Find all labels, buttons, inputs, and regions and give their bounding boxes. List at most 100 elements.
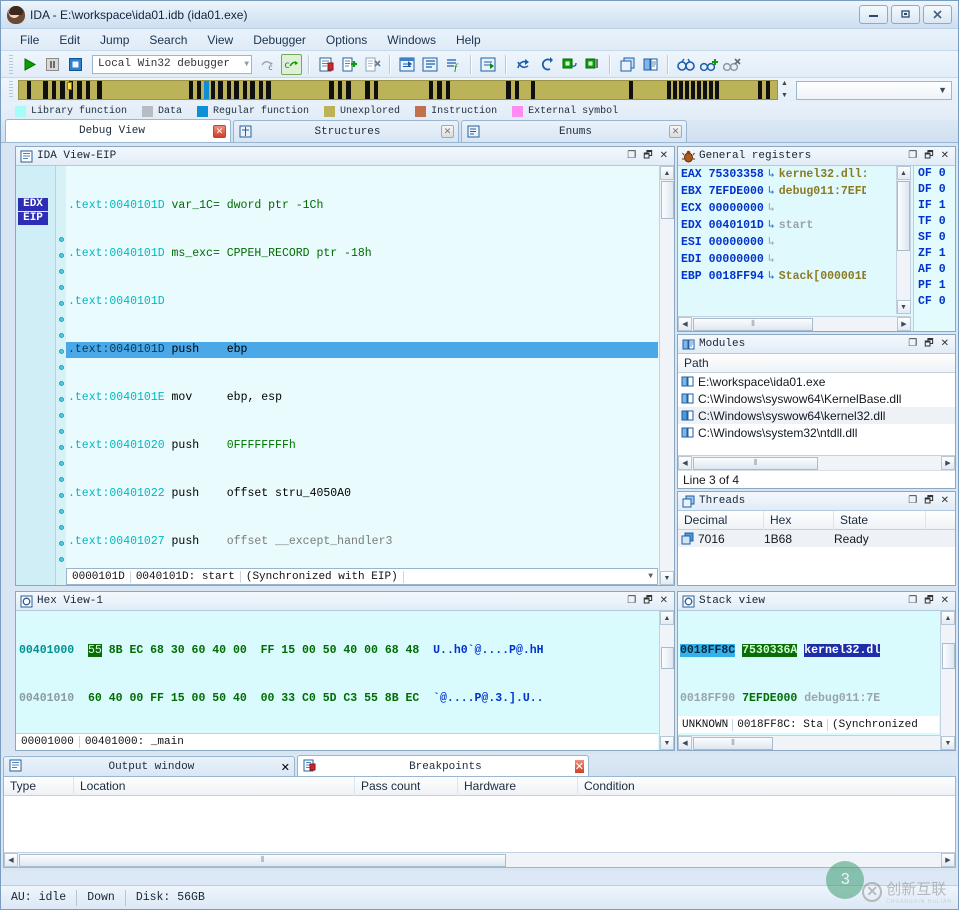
- table-row[interactable]: C:\Windows\system32\ntdll.dll: [678, 424, 955, 441]
- disassembly-line[interactable]: .text:0040101D: [66, 294, 658, 310]
- breakpoints-column-location[interactable]: Location: [74, 777, 355, 796]
- restore-icon[interactable]: ❐: [627, 596, 636, 606]
- close-icon[interactable]: ✕: [941, 339, 949, 349]
- register-row-edx[interactable]: EDX 0040101D ↳ start: [681, 217, 866, 234]
- maximize-icon[interactable]: 🗗: [643, 596, 652, 606]
- run-to-end-button[interactable]: [559, 54, 580, 75]
- maximize-icon[interactable]: 🗗: [924, 151, 933, 161]
- menu-jump[interactable]: Jump: [91, 31, 138, 49]
- breakpoints-column-type[interactable]: Type: [4, 777, 74, 796]
- stack-trace-button[interactable]: f: [443, 54, 464, 75]
- maximize-icon[interactable]: 🗗: [924, 339, 933, 349]
- disassembly-line[interactable]: .text:00401022 push offset stru_4050A0: [66, 486, 658, 502]
- menu-options[interactable]: Options: [317, 31, 376, 49]
- navband-grip[interactable]: [9, 81, 13, 99]
- menu-debugger[interactable]: Debugger: [244, 31, 315, 49]
- close-button[interactable]: [923, 5, 952, 24]
- hexview-canvas[interactable]: 00401000 55 8B EC 68 30 60 40 00 FF 15 0…: [16, 611, 674, 750]
- maximize-icon[interactable]: 🗗: [924, 496, 933, 506]
- stack-row-selected[interactable]: 0018FF8C 7530336A kernel32.dl: [680, 643, 939, 659]
- pause-button[interactable]: [42, 54, 63, 75]
- menu-edit[interactable]: Edit: [50, 31, 89, 49]
- restore-icon[interactable]: ❐: [908, 596, 917, 606]
- tab-output-window[interactable]: Output window ✕: [3, 756, 295, 777]
- scroll-left-button[interactable]: ◀: [678, 736, 692, 750]
- run-to-cursor-button[interactable]: c: [258, 54, 279, 75]
- scroll-left-button[interactable]: ◀: [678, 317, 692, 331]
- threads-column-state[interactable]: State: [834, 511, 926, 530]
- close-icon[interactable]: ✕: [660, 151, 668, 161]
- maximize-icon[interactable]: 🗗: [643, 151, 652, 161]
- scroll-up-button[interactable]: ▲: [660, 611, 674, 625]
- registers-list[interactable]: EAX 75303358 ↳ kernel32.dll: EBX 7EFDE000 ↳…: [678, 166, 866, 331]
- breakpoints-column-pass-count[interactable]: Pass count: [355, 777, 458, 796]
- run-to-mark-button[interactable]: [582, 54, 603, 75]
- maximize-icon[interactable]: 🗗: [924, 596, 933, 606]
- scroll-right-button[interactable]: ▶: [941, 456, 955, 470]
- scroll-left-button[interactable]: ◀: [4, 853, 18, 867]
- menu-view[interactable]: View: [198, 31, 242, 49]
- close-icon[interactable]: ✕: [669, 125, 682, 138]
- close-icon[interactable]: ✕: [574, 760, 584, 773]
- threads-button[interactable]: [617, 54, 638, 75]
- run-button[interactable]: [19, 54, 40, 75]
- registers-vscrollbar[interactable]: ▲ ▼: [896, 166, 911, 314]
- toolbar-grip[interactable]: [9, 54, 13, 74]
- hex-row[interactable]: 00401010 60 40 00 FF 15 00 50 40 00 33 C…: [19, 691, 658, 707]
- registers-flags-list[interactable]: OF 0 DF 0 IF 1 TF 0 SF 0 ZF 1 AF 0 PF 1 …: [913, 166, 955, 331]
- registers-hscrollbar[interactable]: ◀ ⦀ ▶: [678, 316, 911, 331]
- restore-icon[interactable]: ❐: [627, 151, 636, 161]
- register-row-ebp[interactable]: EBP 0018FF94 ↳ Stack[000001B6: [681, 268, 866, 285]
- register-row-edi[interactable]: EDI 00000000 ↳: [681, 251, 866, 268]
- scroll-up-button[interactable]: ▲: [941, 611, 955, 625]
- stackview-hscrollbar[interactable]: ◀ ⦀ ▶: [678, 735, 955, 750]
- close-icon[interactable]: ✕: [660, 596, 668, 606]
- scroll-down-button[interactable]: ▼: [896, 300, 911, 314]
- restore-icon[interactable]: ❐: [908, 496, 917, 506]
- hexview-lines[interactable]: 00401000 55 8B EC 68 30 60 40 00 FF 15 0…: [16, 611, 658, 750]
- disassembly-line[interactable]: .text:00401020 push 0FFFFFFFFh: [66, 438, 658, 454]
- run-until-return-button[interactable]: [478, 54, 499, 75]
- modules-column-path[interactable]: Path: [678, 354, 955, 373]
- add-trace-button[interactable]: [698, 54, 719, 75]
- watch-view-button[interactable]: [397, 54, 418, 75]
- table-row-selected[interactable]: C:\Windows\syswow64\kernel32.dll: [678, 407, 955, 424]
- hex-row[interactable]: 00401000 55 8B EC 68 30 60 40 00 FF 15 0…: [19, 643, 658, 659]
- scroll-down-button[interactable]: ▼: [660, 736, 674, 750]
- disassembly-canvas[interactable]: EDX EIP .text:0040101D var_1C= dword ptr…: [16, 166, 674, 585]
- hexview-vscrollbar[interactable]: ▲ ▼: [659, 611, 674, 750]
- menu-help[interactable]: Help: [447, 31, 490, 49]
- clear-trace-button[interactable]: [721, 54, 742, 75]
- breakpoints-hscrollbar[interactable]: ◀ ⦀ ▶: [4, 852, 955, 867]
- delete-breakpoint-button[interactable]: [362, 54, 383, 75]
- minimize-button[interactable]: [859, 5, 888, 24]
- close-icon[interactable]: ✕: [941, 596, 949, 606]
- table-row[interactable]: C:\Windows\syswow64\KernelBase.dll: [678, 390, 955, 407]
- close-icon[interactable]: ✕: [213, 124, 226, 138]
- open-new-window-button[interactable]: [316, 54, 337, 75]
- scroll-down-button[interactable]: ▼: [941, 736, 955, 750]
- step-over-button[interactable]: [513, 54, 534, 75]
- stack-row[interactable]: 0018FF90 7EFDE000 debug011:7E: [680, 691, 939, 707]
- menu-search[interactable]: Search: [140, 31, 196, 49]
- navband-arrows[interactable]: ▲ ▼: [781, 80, 790, 100]
- stackview-canvas[interactable]: 0018FF8C 7530336A kernel32.dl 0018FF90 7…: [678, 611, 955, 750]
- table-row-selected[interactable]: 7016 1B68 Ready: [678, 530, 955, 547]
- disassembly-line-selected[interactable]: .text:0040101D push ebp: [66, 342, 658, 358]
- register-row-eax[interactable]: EAX 75303358 ↳ kernel32.dll:: [681, 166, 866, 183]
- threads-column-hex[interactable]: Hex: [764, 511, 834, 530]
- disassembly-line[interactable]: .text:0040101D var_1C= dword ptr -1Ch: [66, 198, 658, 214]
- scroll-right-button[interactable]: ▶: [897, 317, 911, 331]
- tab-structures[interactable]: Structures ✕: [233, 120, 459, 142]
- breakpoints-column-condition[interactable]: Condition: [578, 777, 955, 796]
- navigation-band[interactable]: [18, 80, 778, 100]
- breakpoints-column-hardware[interactable]: Hardware: [458, 777, 578, 796]
- disassembly-lines[interactable]: .text:0040101D var_1C= dword ptr -1Ch .t…: [66, 166, 658, 585]
- tab-debug-view[interactable]: Debug View ✕: [5, 119, 231, 142]
- threads-column-decimal[interactable]: Decimal: [678, 511, 764, 530]
- registers-canvas[interactable]: EAX 75303358 ↳ kernel32.dll: EBX 7EFDE000 ↳…: [678, 166, 955, 331]
- scroll-left-button[interactable]: ◀: [678, 456, 692, 470]
- close-icon[interactable]: ✕: [941, 151, 949, 161]
- close-icon[interactable]: ✕: [441, 125, 454, 138]
- disassembly-vscrollbar[interactable]: ▲ ▼: [659, 166, 674, 585]
